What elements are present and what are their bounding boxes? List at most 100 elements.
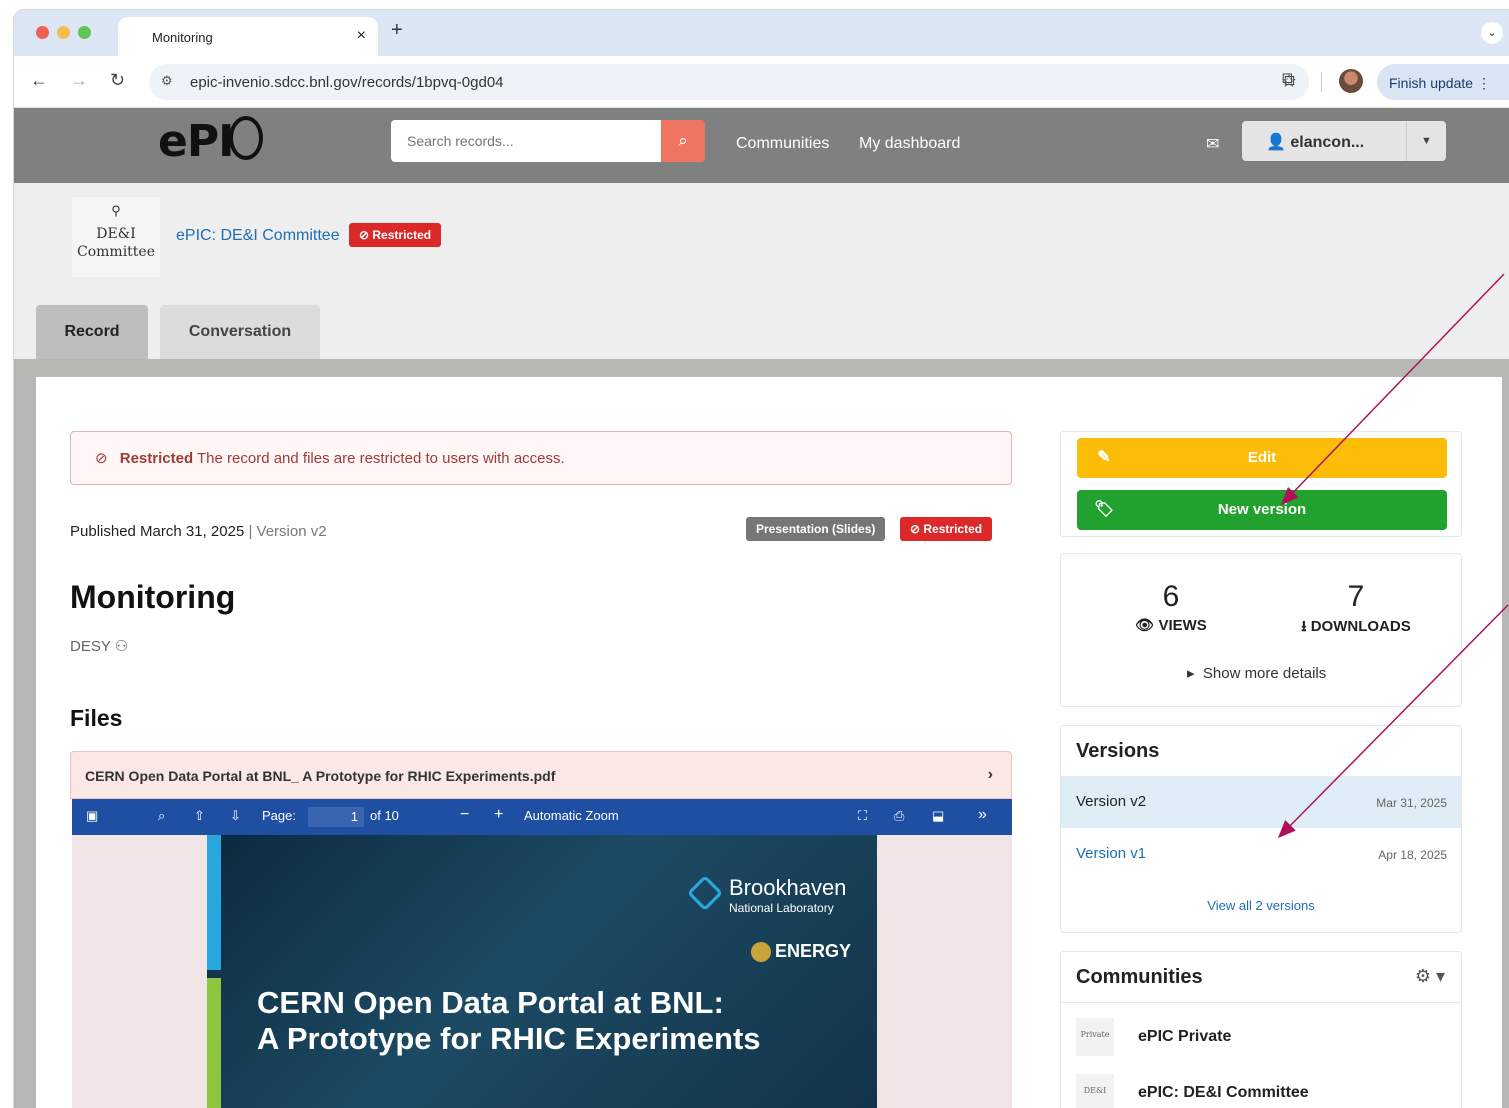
tab-strip: Monitoring × + ⌄ [14, 10, 1509, 56]
version-row-current[interactable]: Version v2 Mar 31, 2025 [1061, 776, 1461, 828]
page-number-input[interactable]: 1 [308, 807, 364, 827]
profile-avatar[interactable] [1339, 69, 1363, 93]
version-label: | Version v2 [248, 523, 327, 540]
window-controls [36, 26, 91, 39]
community-logo[interactable]: ⚲ DE&I Committee [72, 197, 160, 277]
pdf-toolbar: ▣ ⌕ ⇧ ⇩ Page: 1 of 10 − + Automatic Zoom… [72, 799, 1012, 835]
show-more-details[interactable]: ▸ Show more details [1187, 664, 1326, 682]
edit-button[interactable]: ✎ Edit [1077, 438, 1447, 478]
presentation-mode-icon[interactable]: ⛶ [858, 808, 867, 824]
slide-title-line2: A Prototype for RHIC Experiments [257, 1021, 761, 1056]
user-menu-button[interactable]: 👤 elancon... ▼ [1242, 121, 1446, 161]
community-logo-line1: DE&I [96, 226, 136, 242]
previous-page-icon[interactable]: ⇧ [194, 808, 205, 824]
tab-search-icon[interactable]: ⌄ [1481, 22, 1503, 44]
bnl-subname: National Laboratory [729, 901, 834, 915]
version-row-v1[interactable]: Version v1 Apr 18, 2025 [1061, 828, 1461, 880]
new-version-button[interactable]: 🏷 New version [1077, 490, 1447, 530]
tab-title: Monitoring [152, 30, 213, 45]
zoom-out-icon[interactable]: − [460, 806, 469, 824]
close-window-button[interactable] [36, 26, 49, 39]
new-tab-button[interactable]: + [391, 19, 403, 42]
community-item-name[interactable]: ePIC Private [1138, 1028, 1231, 1046]
search-icon: ⌕ [678, 131, 688, 150]
communities-divider [1061, 1002, 1461, 1003]
published-date: Published March 31, 2025 [70, 523, 245, 540]
restricted-badge: ⊘ Restricted [349, 223, 442, 247]
downloads-count: 7 [1347, 580, 1365, 613]
sidebar-toggle-icon[interactable]: ▣ [86, 808, 98, 824]
record-panel: ⊘ Restricted The record and files are re… [36, 377, 1502, 1108]
restricted-badge-label: Restricted [372, 228, 432, 242]
alert-title: Restricted [119, 450, 194, 467]
maximize-window-button[interactable] [78, 26, 91, 39]
zoom-select[interactable]: Automatic Zoom [524, 808, 619, 823]
record-title: Monitoring [70, 579, 236, 615]
forward-arrow-icon[interactable]: → [70, 70, 88, 91]
inbox-icon[interactable]: ✉ [1206, 134, 1219, 154]
page-total: of 10 [370, 808, 399, 823]
tab-conversation[interactable]: Conversation [160, 305, 320, 359]
creator[interactable]: DESY ⚇ [70, 637, 128, 655]
toolbar-divider [1321, 72, 1322, 92]
community-logo-icon: ⚲ [111, 204, 121, 219]
eye-icon: 👁 [1135, 617, 1155, 634]
finish-update-button[interactable]: Finish update ⋮ [1377, 64, 1509, 100]
nav-link-my-dashboard[interactable]: My dashboard [859, 135, 960, 153]
caret-down-icon[interactable]: ▼ [1406, 121, 1446, 161]
file-accordion[interactable]: CERN Open Data Portal at BNL_ A Prototyp… [70, 751, 1012, 799]
browser-tab[interactable]: Monitoring × [118, 17, 378, 56]
views-stat: 6 👁 VIEWS [1131, 580, 1211, 634]
downloads-stat: 7 ⭳ DOWNLOADS [1281, 580, 1431, 641]
community-link[interactable]: ePIC: DE&I Committee [176, 227, 340, 245]
search-box[interactable] [391, 120, 661, 162]
alert-text: The record and files are restricted to u… [197, 450, 565, 467]
logo-text: ePI [158, 116, 234, 167]
resource-type-badge: Presentation (Slides) [746, 517, 886, 541]
back-arrow-icon[interactable]: ← [30, 70, 48, 91]
address-bar[interactable]: ⚙ epic-invenio.sdcc.bnl.gov/records/1bpv… [149, 64, 1309, 100]
doe-seal-icon [751, 942, 771, 963]
reload-icon[interactable]: ↻ [110, 70, 125, 91]
tag-icon: 🏷 [1093, 501, 1115, 518]
zoom-in-icon[interactable]: + [494, 806, 503, 824]
restricted-alert: ⊘ Restricted The record and files are re… [70, 431, 1012, 485]
chevron-right-icon[interactable]: › [988, 766, 993, 784]
pdf-slide: Brookhaven National Laboratory ENERGY CE… [207, 835, 877, 1108]
search-button[interactable]: ⌕ [661, 120, 705, 162]
extensions-icon[interactable]: ⧉ [1282, 69, 1295, 90]
view-all-versions-link[interactable]: View all 2 versions [1061, 898, 1461, 913]
url-text[interactable]: epic-invenio.sdcc.bnl.gov/records/1bpvq-… [190, 74, 504, 91]
site-settings-icon[interactable]: ⚙ [161, 73, 173, 89]
page-label: Page: [262, 808, 296, 823]
print-icon[interactable]: ⎙ [894, 808, 904, 824]
site-header: ePI ⌕ Communities My dashboard ✉ 👤 elanc… [14, 108, 1509, 183]
community-item-name[interactable]: ePIC: DE&I Committee [1138, 1084, 1309, 1102]
close-tab-icon[interactable]: × [357, 27, 366, 45]
pdf-viewer[interactable]: Brookhaven National Laboratory ENERGY CE… [72, 835, 1012, 1108]
tab-record[interactable]: Record [36, 305, 148, 359]
user-icon: 👤 [1266, 134, 1286, 151]
community-logo-line2: Committee [77, 244, 155, 260]
finish-update-label: Finish update [1389, 75, 1474, 91]
search-input[interactable] [391, 120, 661, 162]
download-icon[interactable]: ⬓ [932, 808, 944, 824]
epic-logo[interactable]: ePI [158, 116, 264, 167]
pdf-search-icon[interactable]: ⌕ [158, 808, 165, 824]
nav-link-communities[interactable]: Communities [736, 135, 829, 153]
gear-icon[interactable]: ⚙ ▾ [1415, 966, 1445, 987]
community-item[interactable]: DE&I ePIC: DE&I Committee [1076, 1074, 1456, 1108]
slide-stripe-blue [207, 835, 221, 970]
next-page-icon[interactable]: ⇩ [230, 808, 241, 824]
prohibited-icon: ⊘ [95, 450, 108, 467]
show-more-details-label: Show more details [1202, 665, 1327, 682]
slide-title: CERN Open Data Portal at BNL: A Prototyp… [257, 985, 761, 1057]
community-item[interactable]: Private ePIC Private [1076, 1018, 1456, 1058]
creator-name: DESY [70, 638, 111, 655]
version-date-v2: Mar 31, 2025 [1376, 796, 1447, 810]
doe-logo: ENERGY [751, 941, 851, 963]
minimize-window-button[interactable] [57, 26, 70, 39]
more-tools-icon[interactable]: » [978, 806, 987, 824]
version-link-v1[interactable]: Version v1 [1076, 845, 1146, 862]
organization-icon: ⚇ [114, 638, 129, 655]
